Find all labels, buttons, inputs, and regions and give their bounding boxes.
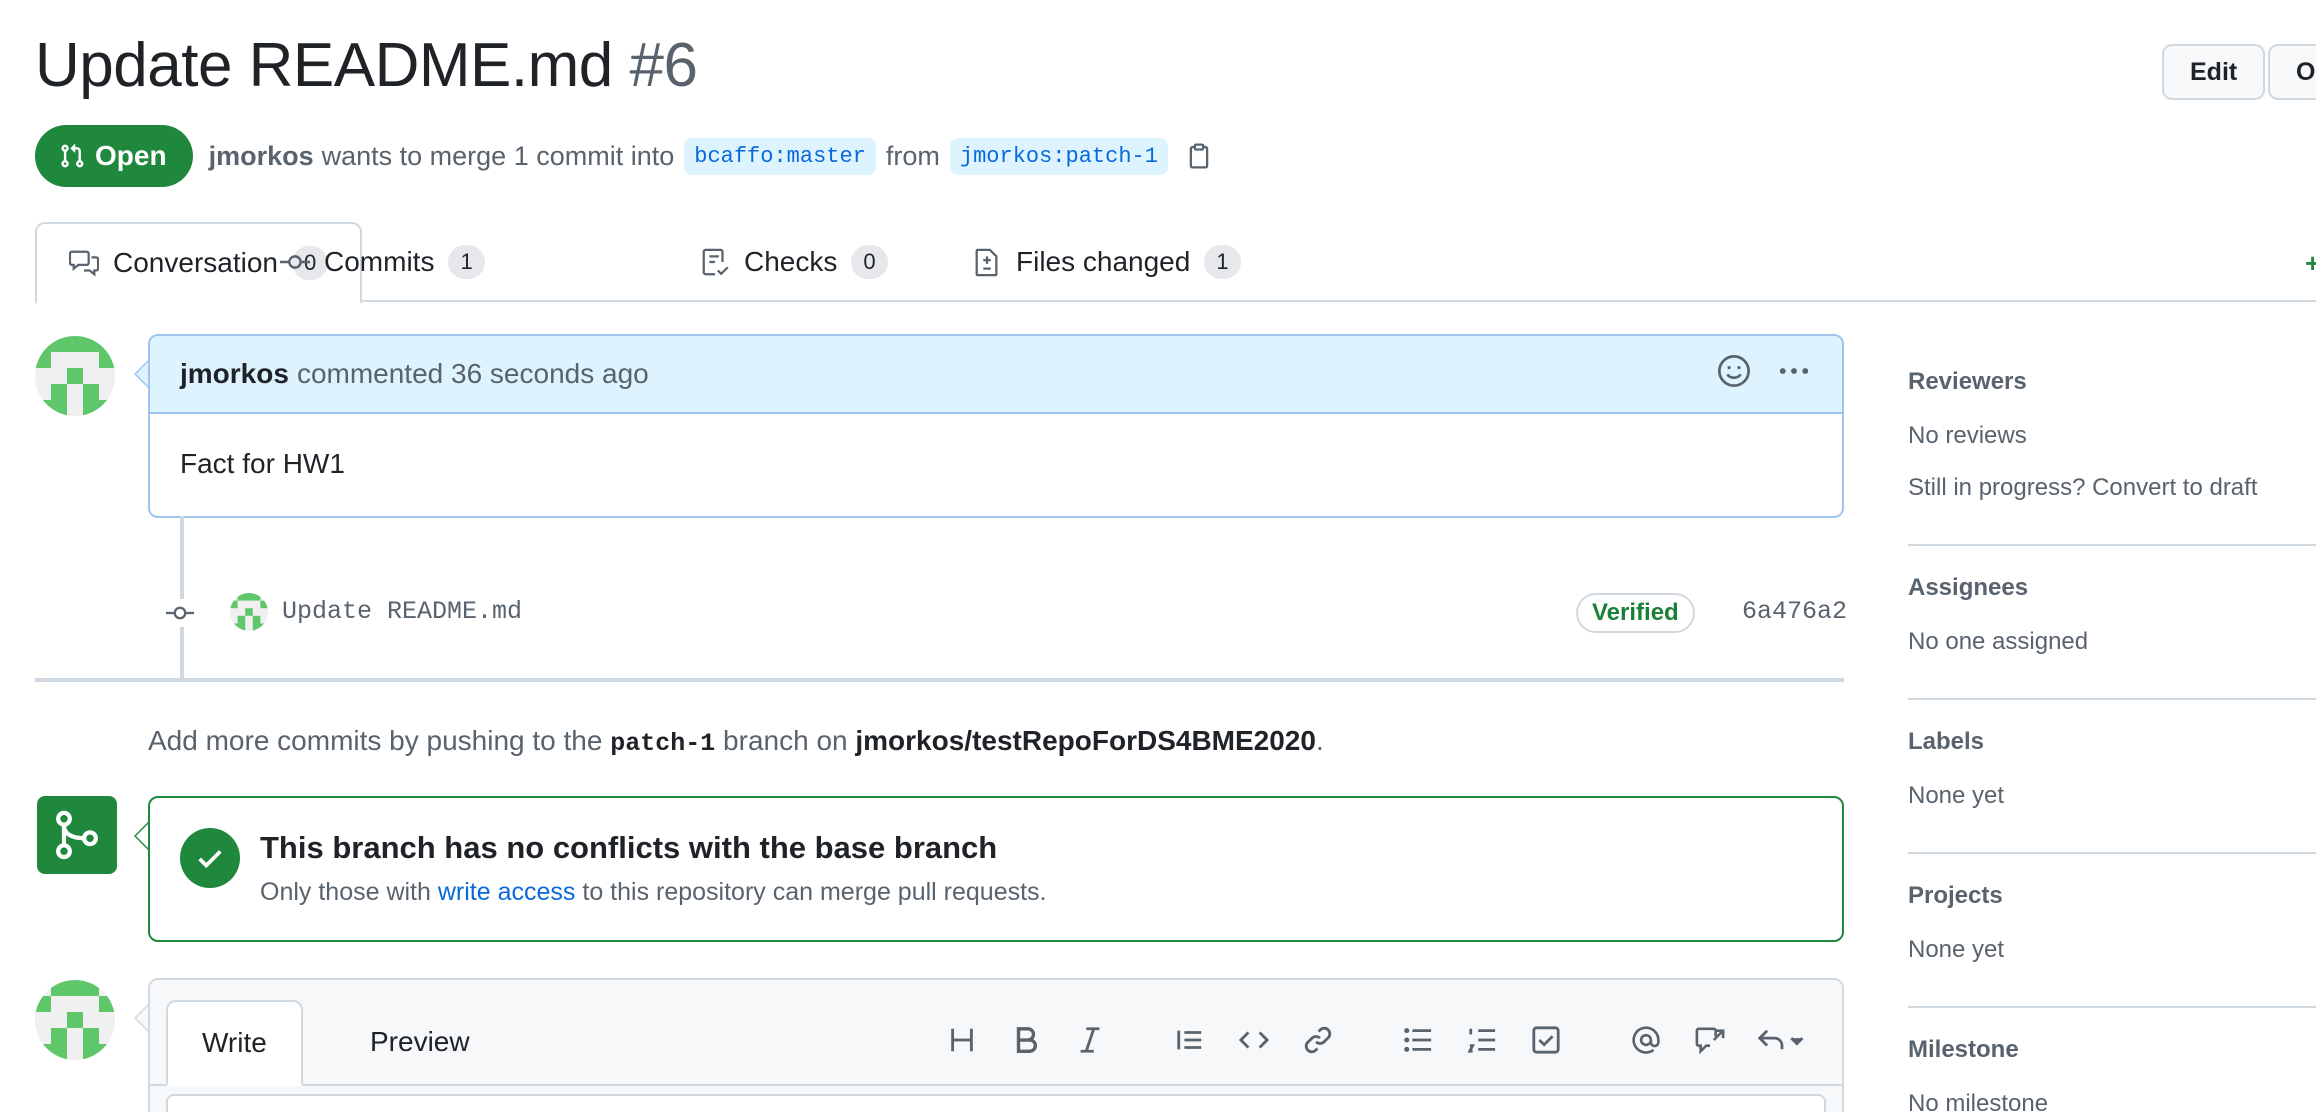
tab-counter: 0	[851, 245, 888, 279]
tab-label: Files changed	[1016, 246, 1191, 277]
merge-title: This branch has no conflicts with the ba…	[260, 830, 998, 865]
smiley-icon[interactable]	[1716, 353, 1752, 396]
tab-label: Checks	[744, 246, 838, 277]
tab-files-changed[interactable]: Files changed 1	[972, 222, 1241, 302]
verified-badge[interactable]: Verified	[1576, 593, 1695, 633]
avatar[interactable]	[35, 980, 115, 1060]
convert-to-draft-link[interactable]: Still in progress? Convert to draft	[1908, 462, 2316, 514]
sidebar-milestone: Milestone No milestone	[1908, 1008, 2316, 1112]
write-access-link[interactable]: write access	[438, 878, 576, 906]
merge-caret	[134, 822, 148, 850]
quote-icon[interactable]	[1168, 1018, 1212, 1062]
comment-header: jmorkos commented 36 seconds ago	[150, 336, 1842, 414]
checklist-icon	[702, 248, 729, 276]
timeline-break	[35, 678, 1844, 682]
milestone-value: No milestone	[1908, 1090, 2049, 1112]
projects-label[interactable]: Projects	[1908, 882, 2316, 910]
unordered-list-icon[interactable]	[1396, 1018, 1440, 1062]
comment-body: Fact for HW1	[180, 448, 345, 479]
link-icon[interactable]	[1296, 1018, 1340, 1062]
merge-status: This branch has no conflicts with the ba…	[148, 796, 1844, 942]
reviewers-value: No reviews	[1908, 422, 2027, 449]
push-hint: Add more commits by pushing to the patch…	[148, 725, 1324, 758]
comment-caret	[134, 360, 148, 388]
editor-divider	[150, 1084, 1842, 1086]
commit-message[interactable]: Update README.md	[282, 597, 522, 626]
head-branch[interactable]: jmorkos:patch-1	[949, 137, 1168, 175]
pr-meta: Open jmorkos wants to merge 1 commit int…	[35, 125, 1212, 187]
status-badge: Open	[35, 125, 193, 187]
tab-write[interactable]: Write	[166, 1000, 303, 1086]
from-text: from	[885, 140, 940, 171]
code-icon[interactable]	[1232, 1018, 1276, 1062]
merge-text: wants to merge 1 commit into	[321, 140, 675, 171]
open-with-button[interactable]: Op	[2268, 44, 2316, 100]
comment-author[interactable]: jmorkos	[180, 358, 289, 390]
bold-icon[interactable]	[1004, 1018, 1048, 1062]
assignees-label[interactable]: Assignees	[1908, 574, 2316, 602]
milestone-label[interactable]: Milestone	[1908, 1036, 2316, 1064]
tab-counter: 1	[1204, 245, 1241, 279]
mention-icon[interactable]	[1624, 1018, 1668, 1062]
reply-icon[interactable]	[1752, 1018, 1812, 1062]
tab-checks[interactable]: Checks 0	[700, 222, 888, 302]
copy-icon[interactable]	[1186, 142, 1212, 170]
sidebar-reviewers: Reviewers No reviews Still in progress? …	[1908, 340, 2316, 546]
sidebar-assignees: Assignees No one assigned	[1908, 546, 2316, 700]
reviewers-label[interactable]: Reviewers	[1908, 368, 2316, 396]
commit-avatar[interactable]	[230, 593, 268, 631]
sidebar-labels: Labels None yet	[1908, 700, 2316, 854]
pr-number: #6	[629, 31, 698, 100]
italic-icon[interactable]	[1068, 1018, 1112, 1062]
comment-timestamp[interactable]: commented 36 seconds ago	[297, 358, 649, 390]
labels-label[interactable]: Labels	[1908, 728, 2316, 756]
tab-label: Conversation	[113, 247, 278, 278]
timeline-commit: Update README.md Verified 6a476a2	[160, 585, 1847, 641]
file-diff-icon	[975, 248, 998, 277]
sidebar: Reviewers No reviews Still in progress? …	[1908, 340, 2316, 1112]
ordered-list-icon[interactable]	[1460, 1018, 1504, 1062]
merge-sub-text: Only those with	[260, 878, 431, 906]
check-icon	[180, 828, 240, 888]
avatar[interactable]	[35, 336, 115, 416]
tab-commits[interactable]: Commits 1	[280, 222, 485, 302]
comment-textarea[interactable]	[166, 1094, 1826, 1112]
status-label: Open	[95, 140, 167, 171]
comment-editor: Write Preview	[148, 978, 1844, 1112]
comment: jmorkos commented 36 seconds ago Fact fo…	[148, 334, 1844, 518]
labels-value: None yet	[1908, 782, 2005, 809]
git-commit-icon	[280, 255, 310, 269]
git-pull-request-icon	[61, 143, 84, 168]
kebab-horizontal-icon[interactable]	[1776, 353, 1812, 396]
sidebar-projects: Projects None yet	[1908, 854, 2316, 1008]
author-link[interactable]: jmorkos	[209, 141, 314, 172]
projects-value: None yet	[1908, 936, 2005, 963]
git-commit-icon	[166, 599, 194, 627]
merge-sub-text: to this repository can merge pull reques…	[582, 878, 1047, 906]
cross-reference-icon[interactable]	[1688, 1018, 1732, 1062]
git-merge-icon	[37, 796, 117, 874]
page-title: Update README.md #6	[35, 30, 698, 101]
comment-actions	[1716, 353, 1812, 396]
tab-preview[interactable]: Preview	[336, 1000, 504, 1084]
base-branch[interactable]: bcaffo:master	[684, 137, 876, 175]
edit-button[interactable]: Edit	[2162, 44, 2266, 100]
editor-caret	[134, 1004, 148, 1032]
heading-icon[interactable]	[940, 1018, 984, 1062]
tab-counter: 1	[448, 245, 485, 279]
assignees-value: No one assigned	[1908, 628, 2089, 655]
commit-sha[interactable]: 6a476a2	[1742, 597, 1847, 626]
tasklist-icon[interactable]	[1524, 1018, 1568, 1062]
comment-discussion-icon	[69, 250, 99, 277]
hint-text: .	[1315, 725, 1324, 756]
merge-subtitle: Only those with write access to this rep…	[260, 878, 1047, 907]
pr-tabs: Conversation 0 Commits 1 Checks 0 Files …	[35, 222, 2316, 304]
hint-repo[interactable]: jmorkos/testRepoForDS4BME2020	[855, 725, 1316, 756]
pr-title: Update README.md	[35, 31, 613, 100]
diff-stat-added: +	[2305, 248, 2316, 278]
tab-label: Commits	[324, 246, 435, 277]
hint-text: Add more commits by pushing to the	[148, 725, 603, 756]
hint-branch: patch-1	[610, 729, 716, 758]
hint-text: branch on	[723, 725, 848, 756]
